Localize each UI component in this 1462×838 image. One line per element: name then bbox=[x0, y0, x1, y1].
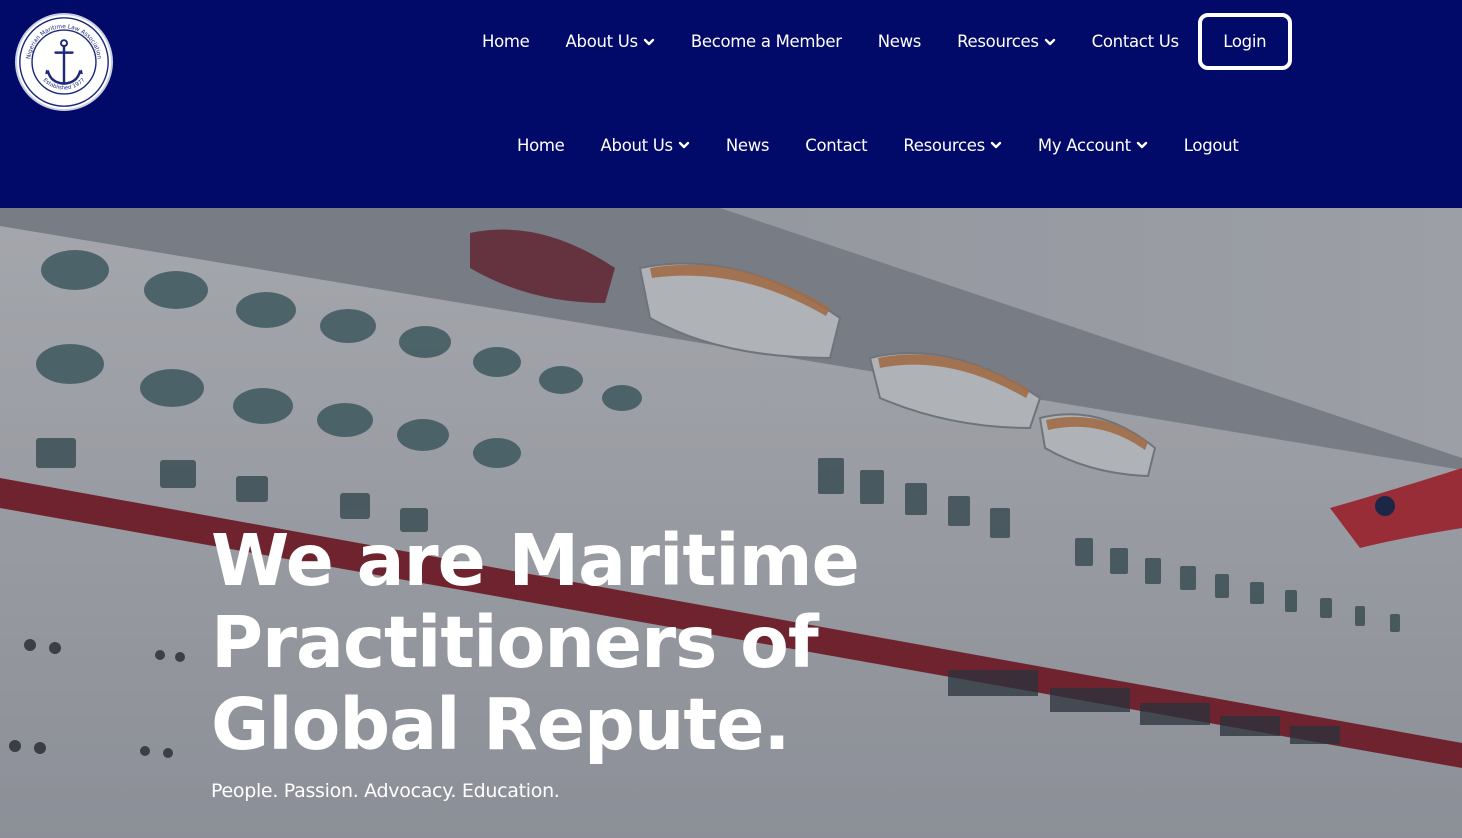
secondary-nav: Home About Us News Contact Resources My … bbox=[499, 122, 1257, 168]
hero-section: We are Maritime Practitioners of Global … bbox=[0, 208, 1462, 838]
nav-label: News bbox=[725, 135, 770, 155]
nav-label: Home bbox=[517, 135, 565, 155]
anchor-icon: Nigerian Maritime Law Association Establ… bbox=[19, 17, 109, 107]
nav-label: Contact Us bbox=[1091, 32, 1179, 51]
chevron-down-icon bbox=[990, 139, 1002, 151]
nav-my-account[interactable]: My Account bbox=[1020, 122, 1166, 168]
nav-become-a-member[interactable]: Become a Member bbox=[673, 13, 860, 70]
site-header: Nigerian Maritime Law Association Establ… bbox=[0, 0, 1462, 208]
nav-contact[interactable]: Contact bbox=[787, 122, 885, 168]
nav-label: Become a Member bbox=[690, 32, 842, 51]
nav-logout[interactable]: Logout bbox=[1166, 122, 1257, 168]
login-button[interactable]: Login bbox=[1197, 13, 1292, 70]
chevron-down-icon bbox=[1136, 139, 1148, 151]
nav-label: News bbox=[877, 32, 922, 51]
nav-label: Home bbox=[482, 32, 530, 51]
chevron-down-icon bbox=[1044, 36, 1056, 48]
nav-contact-us[interactable]: Contact Us bbox=[1074, 13, 1197, 70]
nav-resources[interactable]: Resources bbox=[939, 13, 1074, 70]
nav-about-us[interactable]: About Us bbox=[583, 122, 708, 168]
nav-label: Resources bbox=[957, 32, 1039, 51]
chevron-down-icon bbox=[643, 36, 655, 48]
nav-news[interactable]: News bbox=[860, 13, 939, 70]
nav-resources[interactable]: Resources bbox=[885, 122, 1020, 168]
nav-home[interactable]: Home bbox=[464, 13, 548, 70]
nav-label: About Us bbox=[565, 32, 639, 51]
site-logo[interactable]: Nigerian Maritime Law Association Establ… bbox=[15, 13, 113, 111]
hero-tagline: People. Passion. Advocacy. Education. bbox=[211, 780, 560, 802]
nav-label: My Account bbox=[1037, 135, 1131, 155]
chevron-down-icon bbox=[678, 139, 690, 151]
nav-news[interactable]: News bbox=[708, 122, 787, 168]
nav-about-us[interactable]: About Us bbox=[548, 13, 673, 70]
nav-home[interactable]: Home bbox=[499, 122, 583, 168]
hero-title: We are Maritime Practitioners of Global … bbox=[211, 519, 860, 766]
nav-label: Resources bbox=[903, 135, 985, 155]
nav-label: About Us bbox=[600, 135, 674, 155]
nav-label: Contact bbox=[805, 135, 868, 155]
nav-label: Logout bbox=[1183, 135, 1239, 155]
primary-nav: Home About Us Become a Member News Resou… bbox=[464, 13, 1292, 70]
